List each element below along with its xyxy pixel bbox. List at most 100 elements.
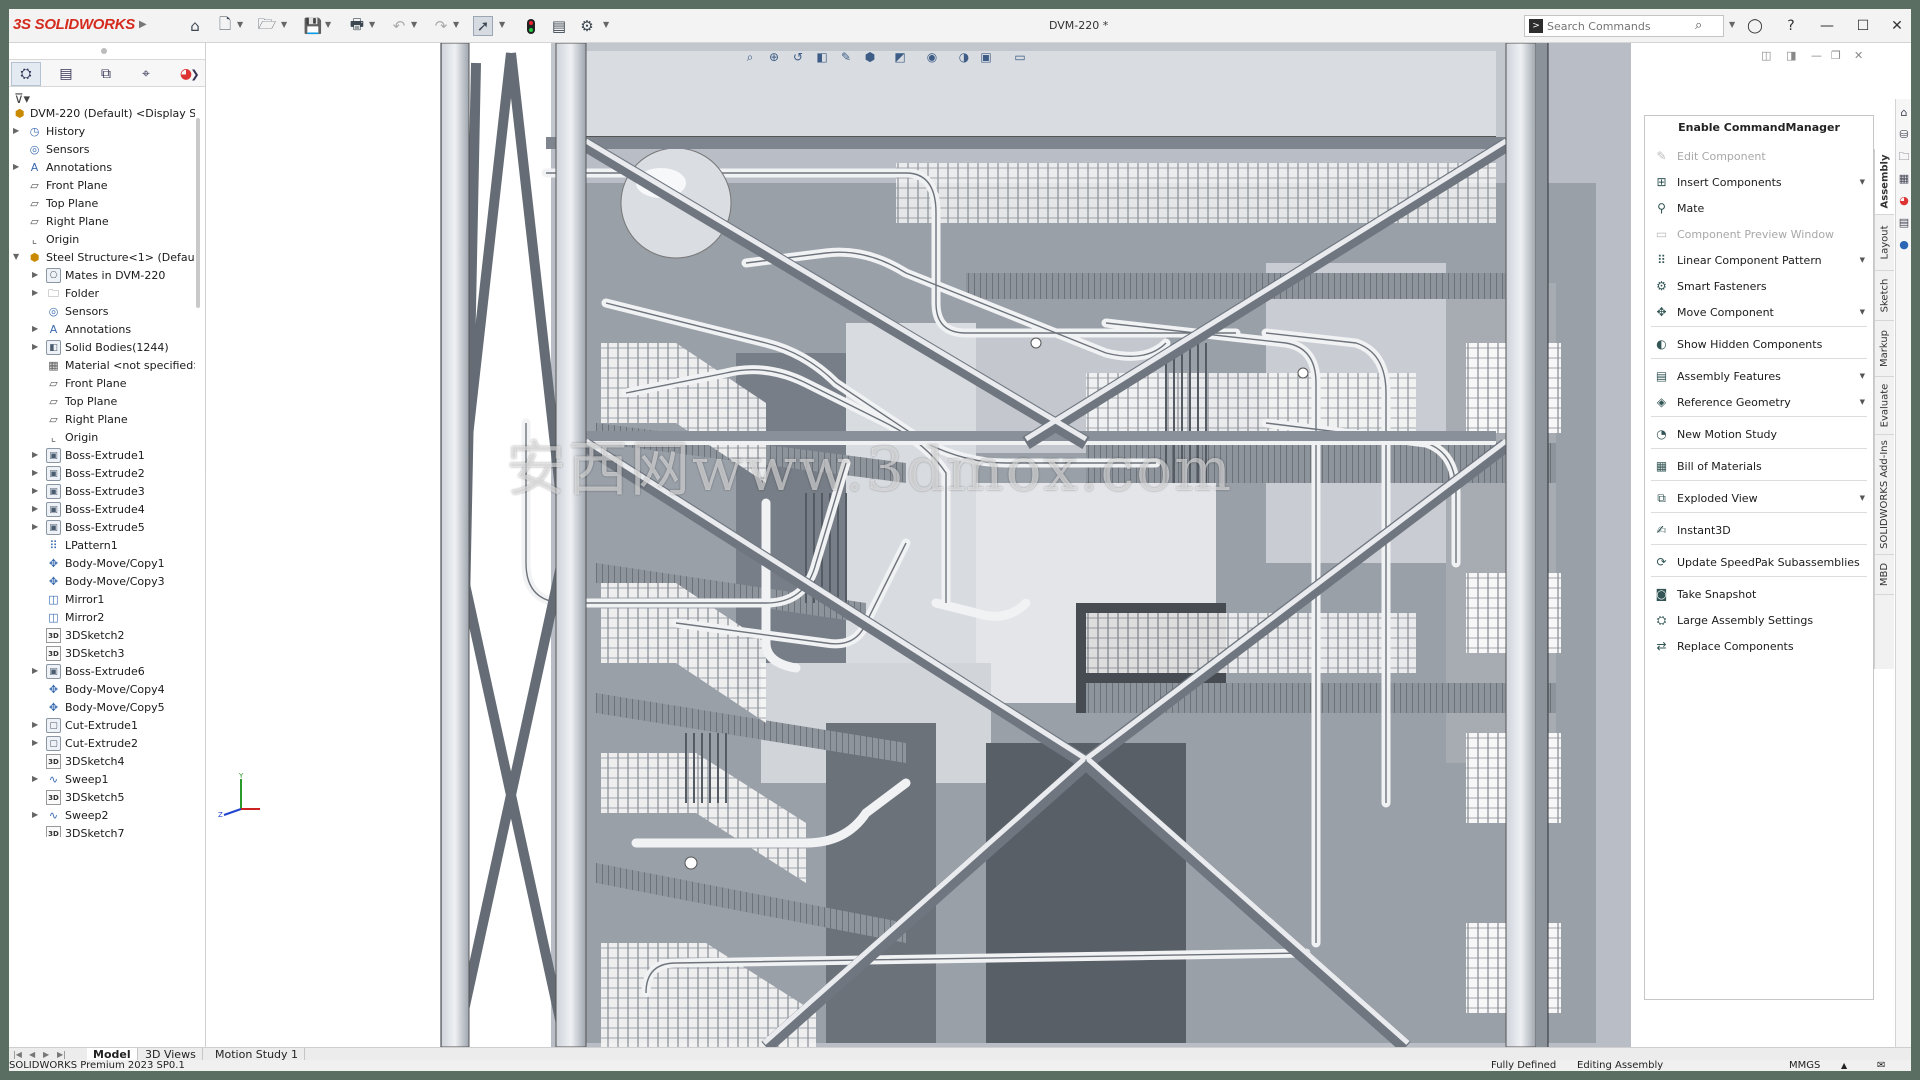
replace-components-command[interactable]: ⇄ Replace Components — [1653, 636, 1867, 657]
expand-arrow-icon[interactable]: ▶ — [13, 162, 21, 171]
tree-item[interactable]: ▱ Front Plane — [9, 177, 195, 195]
dimxpert-tab-icon[interactable]: ⌖ — [131, 62, 161, 86]
collapse-arrow-icon[interactable]: ▼ — [13, 252, 21, 261]
rebuild-icon[interactable] — [521, 16, 541, 36]
viewport-restore-icon[interactable]: ◫ — [1761, 49, 1771, 62]
mate-command[interactable]: ⚲ Mate — [1653, 198, 1867, 219]
linear-pattern-command[interactable]: ⠿ Linear Component Pattern ▼ — [1653, 250, 1867, 271]
smart-fasteners-command[interactable]: ⚙ Smart Fasteners — [1653, 276, 1867, 297]
tree-item[interactable]: ✥ Body-Move/Copy3 — [9, 573, 195, 591]
assembly-features-command[interactable]: ▤ Assembly Features ▼ — [1653, 366, 1867, 387]
tree-item[interactable]: ⌞ Origin — [9, 429, 195, 447]
chevron-right-icon[interactable]: ❯ — [187, 62, 203, 86]
custom-properties-icon[interactable]: ▤ — [1897, 215, 1911, 231]
tree-item[interactable]: 3D 3DSketch2 — [9, 627, 195, 645]
tree-item[interactable]: ▱ Top Plane — [9, 195, 195, 213]
expand-arrow-icon[interactable]: ▶ — [32, 810, 40, 819]
zoom-to-area-icon[interactable]: ⊕ — [765, 48, 783, 66]
tree-item[interactable]: ▶ ▣ Boss-Extrude1 — [9, 447, 195, 465]
minimize-button[interactable]: — — [1816, 15, 1838, 37]
chevron-down-icon[interactable]: ▼ — [1860, 256, 1865, 264]
solidworks-forum-icon[interactable]: ● — [1897, 237, 1911, 253]
file-explorer-icon[interactable]: 🗀 — [1897, 149, 1911, 165]
zoom-to-fit-icon[interactable]: ⌕ — [741, 48, 759, 66]
speedpak-command[interactable]: ⟳ Update SpeedPak Subassemblies — [1653, 552, 1867, 573]
tree-item[interactable]: 3D 3DSketch3 — [9, 645, 195, 663]
options-icon[interactable]: ⚙ — [577, 16, 597, 36]
appearances-icon[interactable]: ◕ — [1897, 193, 1911, 209]
exploded-view-command[interactable]: ⧉ Exploded View ▼ — [1653, 488, 1867, 509]
tree-item[interactable]: ◫ Mirror1 — [9, 591, 195, 609]
select-icon[interactable]: ➚ — [473, 16, 493, 36]
tree-item[interactable]: ▶ ▢ Cut-Extrude2 — [9, 735, 195, 753]
tree-item[interactable]: ◎ Sensors — [9, 303, 195, 321]
tab-assembly[interactable]: Assembly — [1875, 149, 1894, 215]
expand-arrow-icon[interactable]: ▶ — [32, 774, 40, 783]
viewport-tile-icon[interactable]: ◨ — [1786, 49, 1796, 62]
tree-item[interactable]: ▶ A Annotations — [9, 321, 195, 339]
tree-item[interactable]: ▶ ▢ Cut-Extrude1 — [9, 717, 195, 735]
tab-evaluate[interactable]: Evaluate — [1875, 377, 1894, 435]
tree-item[interactable]: ▶ ∿ Sweep1 — [9, 771, 195, 789]
chevron-down-icon[interactable]: ▼ — [281, 20, 287, 29]
tree-item[interactable]: ▶ ▣ Boss-Extrude4 — [9, 501, 195, 519]
expand-arrow-icon[interactable]: ▶ — [32, 324, 40, 333]
tree-item[interactable]: ▶ ▣ Boss-Extrude5 — [9, 519, 195, 537]
expand-arrow-icon[interactable]: ▶ — [13, 126, 21, 135]
move-component-command[interactable]: ✥ Move Component ▼ — [1653, 302, 1867, 323]
tree-item[interactable]: 3D 3DSketch5 — [9, 789, 195, 807]
close-button[interactable]: ✕ — [1886, 15, 1908, 37]
solidworks-logo[interactable]: 3S SOLIDWORKS — [13, 16, 135, 33]
large-assembly-command[interactable]: ⛭ Large Assembly Settings — [1653, 610, 1867, 631]
tree-scrollbar[interactable] — [196, 118, 200, 308]
search-input[interactable] — [1547, 18, 1692, 34]
chevron-down-icon[interactable]: ▼ — [369, 20, 375, 29]
display-style-icon[interactable]: ◩ — [891, 48, 909, 66]
tree-item[interactable]: ▦ Material <not specified> — [9, 357, 195, 375]
expand-arrow-icon[interactable]: ▶ — [32, 666, 40, 675]
expand-arrow-icon[interactable]: ▶ — [32, 504, 40, 513]
tree-item[interactable]: 3D 3DSketch4 — [9, 753, 195, 771]
tree-item[interactable]: ✥ Body-Move/Copy4 — [9, 681, 195, 699]
expand-arrow-icon[interactable]: ▶ — [32, 450, 40, 459]
tree-item[interactable]: ✥ Body-Move/Copy1 — [9, 555, 195, 573]
tree-item[interactable]: ⬢ DVM-220 (Default) <Display State-1> — [9, 105, 195, 123]
tree-item[interactable]: ▼ ⬢ Steel Structure<1> (Default) <<D — [9, 249, 195, 267]
tree-item[interactable]: ▱ Front Plane — [9, 375, 195, 393]
search-commands[interactable]: > ⌕ — [1524, 15, 1724, 37]
tree-item[interactable]: ▶ ∿ Sweep2 — [9, 807, 195, 825]
apply-scene-icon[interactable]: ▣ — [977, 48, 995, 66]
configuration-manager-tab-icon[interactable]: ⧉ — [91, 62, 121, 86]
edit-appearance-icon[interactable]: ◑ — [955, 48, 973, 66]
chevron-down-icon[interactable]: ▼ — [411, 20, 417, 29]
show-hidden-command[interactable]: ◐ Show Hidden Components — [1653, 334, 1867, 355]
chevron-down-icon[interactable]: ▼ — [603, 20, 609, 29]
tree-item[interactable]: 3D 3DSketch7 — [9, 825, 195, 837]
open-icon[interactable]: 🗁 — [257, 15, 277, 36]
tree-item[interactable]: ▱ Right Plane — [9, 213, 195, 231]
feature-tree-tab-icon[interactable]: ⛭ — [11, 62, 41, 86]
chevron-down-icon[interactable]: ▼ — [325, 20, 331, 29]
expand-arrow-icon[interactable]: ▶ — [32, 522, 40, 531]
tree-item[interactable]: ▱ Top Plane — [9, 393, 195, 411]
panel-grip[interactable] — [101, 48, 107, 54]
tab-sketch[interactable]: Sketch — [1875, 271, 1894, 321]
chevron-down-icon[interactable]: ▼ — [499, 20, 505, 29]
chevron-down-icon[interactable]: ▼ — [1860, 178, 1865, 186]
viewport-maximize-icon[interactable]: ❐ — [1831, 49, 1841, 62]
viewport-close-icon[interactable]: ✕ — [1854, 49, 1863, 62]
expand-arrow-icon[interactable]: ▶ — [32, 288, 40, 297]
expand-arrow-icon[interactable]: ▶ — [32, 270, 40, 279]
motion-study-command[interactable]: ◔ New Motion Study — [1653, 424, 1867, 445]
tree-item[interactable]: ⌞ Origin — [9, 231, 195, 249]
reference-geometry-command[interactable]: ◈ Reference Geometry ▼ — [1653, 392, 1867, 413]
tree-item[interactable]: ▶ ▣ Boss-Extrude2 — [9, 465, 195, 483]
tree-item[interactable]: ▶ ⎔ Mates in DVM-220 — [9, 267, 195, 285]
file-properties-icon[interactable]: ▤ — [549, 16, 569, 36]
save-icon[interactable]: 💾 — [303, 16, 323, 36]
redo-icon[interactable]: ↷ — [431, 16, 451, 36]
tab-markup[interactable]: Markup — [1875, 321, 1894, 377]
command-manager-title[interactable]: Enable CommandManager — [1645, 116, 1873, 140]
tree-item[interactable]: ◎ Sensors — [9, 141, 195, 159]
chevron-down-icon[interactable]: ▼ — [1860, 372, 1865, 380]
